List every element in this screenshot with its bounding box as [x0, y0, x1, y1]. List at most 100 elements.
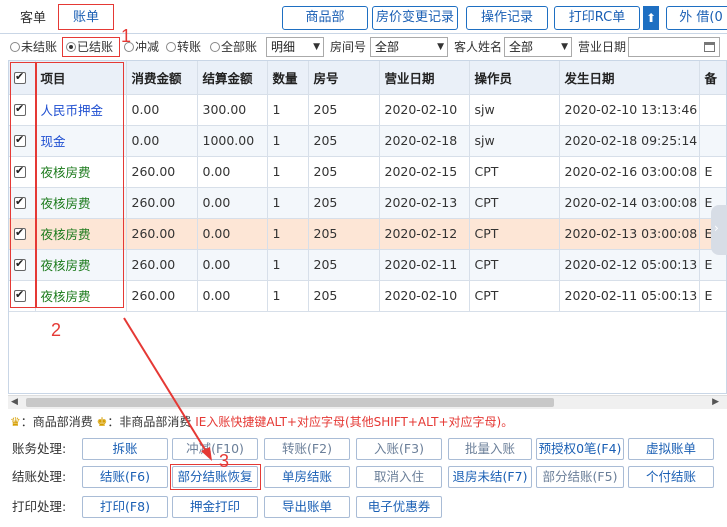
- cancel-checkin-button[interactable]: 取消入住: [356, 466, 442, 488]
- room-cell: 205: [308, 94, 380, 126]
- price-change-log-button[interactable]: 房价变更记录: [372, 6, 458, 30]
- operator-cell: CPT: [469, 156, 560, 188]
- biz-date-cell: 2020-02-10: [379, 94, 470, 126]
- column-header[interactable]: 发生日期: [559, 61, 700, 95]
- consume-cell: 0.00: [126, 125, 198, 157]
- radio-dot-icon: [124, 42, 134, 52]
- goods-dept-legend: ：商品部消费: [20, 415, 93, 429]
- calendar-icon[interactable]: [704, 42, 715, 52]
- settle-cell: 0.00: [197, 156, 268, 188]
- radio-offset[interactable]: 冲减: [124, 40, 159, 54]
- radio-dot-selected-icon: [66, 42, 76, 52]
- chevron-right-icon: ›: [714, 221, 719, 235]
- virtual-bill-button[interactable]: 虚拟账单: [628, 438, 714, 460]
- biz-date-cell: 2020-02-15: [379, 156, 470, 188]
- export-bill-button[interactable]: 导出账单: [264, 496, 350, 518]
- qty-cell: 1: [267, 280, 309, 312]
- annotation-2: 2: [51, 320, 62, 340]
- radio-dot-icon: [166, 42, 176, 52]
- guest-name-label: 客人姓名: [454, 40, 503, 54]
- radio-all[interactable]: 全部账: [210, 40, 257, 54]
- scroll-left-icon[interactable]: ◀: [11, 397, 18, 407]
- settle-cell: 0.00: [197, 280, 268, 312]
- room-label: 房间号: [330, 40, 367, 54]
- single-room-checkout-button[interactable]: 单房结账: [264, 466, 350, 488]
- checkout-button[interactable]: 结账(F6): [82, 466, 168, 488]
- occur-date-cell: 2020-02-12 05:00:13: [559, 249, 700, 281]
- transfer-button[interactable]: 转账(F2): [264, 438, 350, 460]
- top-bar: 客单 账单 商品部 房价变更记录 操作记录 打印RC单 ⬆ 外 借(0: [0, 0, 727, 34]
- up-arrow-icon[interactable]: ⬆: [643, 6, 659, 30]
- qty-cell: 1: [267, 187, 309, 219]
- checkbox-column-highlight: [10, 62, 36, 308]
- biz-date-cell: 2020-02-12: [379, 218, 470, 250]
- non-goods-dept-legend: ：非商品部消费: [107, 415, 192, 429]
- tab-bill[interactable]: 账单: [58, 4, 114, 30]
- biz-date-cell: 2020-02-13: [379, 187, 470, 219]
- column-header[interactable]: 数量: [267, 61, 309, 95]
- side-collapse-handle[interactable]: ›: [711, 205, 727, 255]
- chevron-down-icon: ▼: [437, 42, 444, 52]
- checkout-unsettled-button[interactable]: 退房未结(F7): [448, 466, 532, 488]
- business-date-input[interactable]: [628, 37, 720, 57]
- column-header[interactable]: 备: [699, 61, 726, 95]
- biz-date-cell: 2020-02-11: [379, 249, 470, 281]
- goods-dept-button[interactable]: 商品部: [282, 6, 368, 30]
- qty-cell: 1: [267, 218, 309, 250]
- occur-date-cell: 2020-02-11 05:00:13: [559, 280, 700, 312]
- qty-cell: 1: [267, 94, 309, 126]
- print-button[interactable]: 打印(F8): [82, 496, 168, 518]
- radio-transfer[interactable]: 转账: [166, 40, 201, 54]
- room-cell: 205: [308, 187, 380, 219]
- operation-log-button[interactable]: 操作记录: [466, 6, 548, 30]
- scrollbar-thumb[interactable]: [26, 398, 554, 407]
- partial-checkout-button[interactable]: 部分结账(F5): [536, 466, 624, 488]
- print-rc-button[interactable]: 打印RC单: [554, 6, 640, 30]
- consume-cell: 260.00: [126, 249, 198, 281]
- checkout-processing-label: 结账处理:: [12, 469, 67, 484]
- radio-settled[interactable]: 已结账: [66, 40, 113, 54]
- occur-date-cell: 2020-02-13 03:00:08: [559, 218, 700, 250]
- shortcut-hint: IE入账快捷键ALT+对应字母(其他SHIFT+ALT+对应字母)。: [195, 415, 514, 429]
- consume-cell: 260.00: [126, 187, 198, 219]
- tab-guest-order[interactable]: 客单: [14, 6, 52, 32]
- guest-name-select[interactable]: 全部 ▼: [504, 37, 572, 57]
- scroll-right-icon[interactable]: ▶: [712, 397, 719, 407]
- consume-cell: 0.00: [126, 94, 198, 126]
- item-column-highlight: [36, 62, 124, 308]
- radio-unsettled[interactable]: 未结账: [10, 40, 57, 54]
- e-coupon-button[interactable]: 电子优惠券: [356, 496, 442, 518]
- annotation-3: 3: [219, 451, 230, 471]
- room-cell: 205: [308, 249, 380, 281]
- individual-pay-button[interactable]: 个付结账: [628, 466, 714, 488]
- column-header[interactable]: 消费金额: [126, 61, 198, 95]
- column-header[interactable]: 结算金额: [197, 61, 268, 95]
- deposit-print-button[interactable]: 押金打印: [172, 496, 258, 518]
- room-cell: 205: [308, 156, 380, 188]
- qty-cell: 1: [267, 125, 309, 157]
- horizontal-scrollbar[interactable]: ◀ ▶: [8, 395, 727, 409]
- pre-auth-button[interactable]: 预授权0笔(F4): [536, 438, 624, 460]
- room-select[interactable]: 全部 ▼: [370, 37, 448, 57]
- column-header[interactable]: 营业日期: [379, 61, 470, 95]
- legend-line: ♛：商品部消费 ♚：非商品部消费 IE入账快捷键ALT+对应字母(其他SHIFT…: [10, 413, 513, 430]
- non-goods-dept-icon: ♚: [96, 415, 108, 429]
- operator-cell: sjw: [469, 125, 560, 157]
- biz-date-cell: 2020-02-18: [379, 125, 470, 157]
- split-bill-button[interactable]: 拆账: [82, 438, 168, 460]
- post-entry-button[interactable]: 入账(F3): [356, 438, 442, 460]
- chevron-down-icon: ▼: [561, 42, 568, 52]
- detail-select[interactable]: 明细 ▼: [266, 37, 324, 57]
- operator-cell: CPT: [469, 249, 560, 281]
- room-cell: 205: [308, 125, 380, 157]
- batch-post-button[interactable]: 批量入账: [448, 438, 532, 460]
- account-processing-label: 账务处理:: [12, 441, 67, 456]
- operator-cell: CPT: [469, 218, 560, 250]
- column-header[interactable]: 操作员: [469, 61, 560, 95]
- external-borrow-button[interactable]: 外 借(0: [666, 6, 727, 30]
- occur-date-cell: 2020-02-14 03:00:08: [559, 187, 700, 219]
- offset-button[interactable]: 冲减(F10): [172, 438, 258, 460]
- column-header[interactable]: 房号: [308, 61, 380, 95]
- settle-cell: 0.00: [197, 218, 268, 250]
- extra-cell: [699, 94, 726, 126]
